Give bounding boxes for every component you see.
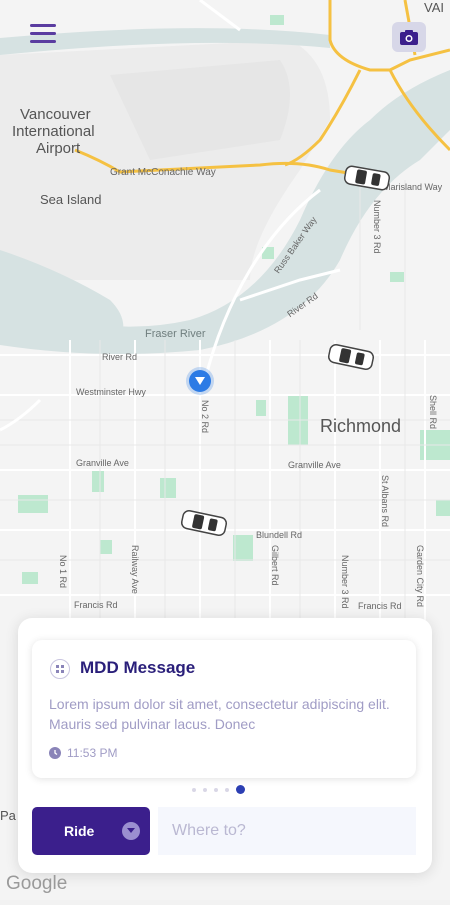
map-label-richmond: Richmond: [320, 416, 402, 436]
destination-input[interactable]: [158, 807, 416, 855]
google-logo: Google: [6, 873, 68, 894]
map-label-westminster-hwy: Westminster Hwy: [76, 387, 146, 397]
message-body: Lorem ipsum dolor sit amet, consectetur …: [49, 696, 390, 732]
message-title: MDD Message: [80, 658, 196, 677]
map-label-river-rd: River Rd: [102, 352, 138, 362]
map-label-granville-ave-2: Granville Ave: [288, 460, 341, 470]
map-label-railway-ave: Railway Ave: [130, 545, 140, 594]
map-label-shell-rd: Shell Rd: [428, 395, 438, 430]
map-label-vancouver: Vancouver: [20, 106, 91, 123]
map-label-garden-city-rd: Garden City Rd: [415, 545, 425, 608]
message-icon: [50, 659, 70, 679]
clock-icon: [49, 747, 61, 759]
camera-icon: [400, 29, 418, 45]
carousel-dot[interactable]: [214, 787, 218, 792]
carousel-dot[interactable]: [225, 787, 229, 792]
map-label-sea-island: Sea Island: [40, 192, 102, 207]
map-label-blundell-rd: Blundell Rd: [256, 530, 303, 540]
map-label-granville-ave: Granville Ave: [76, 458, 129, 468]
map-label-number3-rd: Number 3 Rd: [340, 555, 350, 609]
map-label-marisland-way: Marisland Way: [383, 182, 443, 192]
map-label-no2-rd: No 2 Rd: [200, 400, 210, 434]
map-label-st-albans-rd: St Albans Rd: [380, 475, 390, 528]
map-label-airport: Airport: [36, 140, 81, 157]
camera-button[interactable]: [392, 22, 426, 52]
bottom-panel: MDD Message Lorem ipsum dolor sit amet, …: [18, 618, 432, 873]
map-label-gilbert-rd: Gilbert Rd: [270, 545, 280, 586]
chevron-down-icon: [122, 822, 140, 840]
menu-line: [30, 40, 56, 43]
hamburger-menu-icon[interactable]: [30, 24, 56, 46]
map-label-francis-rd-2: Francis Rd: [358, 601, 402, 611]
message-time: 11:53 PM: [49, 746, 117, 760]
message-time-text: 11:53 PM: [67, 746, 118, 760]
menu-line: [30, 32, 56, 35]
map-label-francis-rd: Francis Rd: [74, 600, 118, 610]
map-label-grant-mcconachie: Grant McConachie Way: [110, 167, 216, 178]
ride-type-button[interactable]: Ride: [32, 807, 150, 855]
map-label-vai: VAI: [424, 0, 444, 15]
grid-icon: [56, 665, 64, 673]
message-card[interactable]: MDD Message Lorem ipsum dolor sit amet, …: [32, 640, 416, 794]
map-label-pa: Pa: [0, 808, 16, 823]
map-label-international: International: [12, 123, 95, 140]
map-label-number3-rd-north: Number 3 Rd: [372, 200, 382, 254]
menu-line: [30, 24, 56, 27]
current-location-pin[interactable]: [189, 370, 211, 392]
map-label-no1-rd: No 1 Rd: [58, 555, 68, 589]
map-label-fraser-river: Fraser River: [145, 328, 206, 340]
carousel-dots: [192, 785, 245, 794]
carousel-dot-active[interactable]: [236, 785, 245, 794]
ride-button-label: Ride: [64, 823, 95, 839]
carousel-dot[interactable]: [192, 787, 196, 792]
location-arrow-icon: [195, 377, 205, 385]
carousel-dot[interactable]: [203, 787, 207, 792]
